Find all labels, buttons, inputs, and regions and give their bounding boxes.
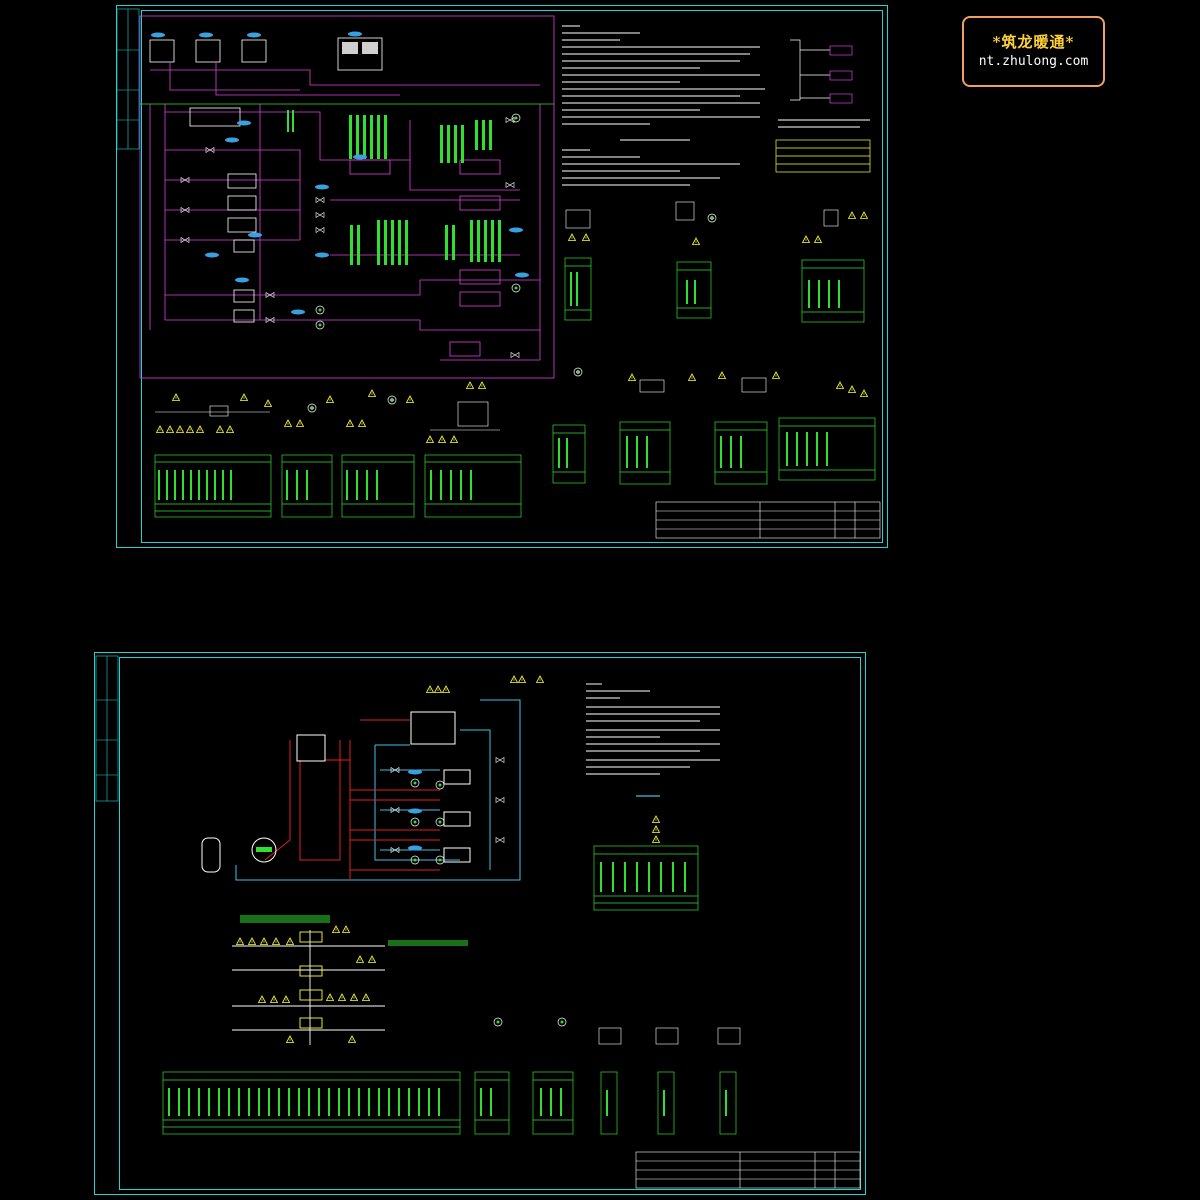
left-title-strip-top [116,8,140,150]
title-block-bottom [635,1151,861,1189]
sensor-symbols-top [156,211,868,443]
air-handling-bottom [232,915,468,1045]
process-diagram-top [139,15,555,379]
design-notes-bottom [586,683,720,797]
small-controllers-bottom [598,1027,741,1045]
sensor-symbols-bottom [426,675,660,843]
left-title-strip-bottom [95,655,119,802]
cad-drawing [95,8,881,1189]
title-block-top [655,501,881,539]
boiler-system-bottom [201,699,521,881]
equipment-tags-top [151,31,529,315]
relay-logic-top [790,39,853,104]
io-table-fill-bottom [168,862,727,1116]
io-tables-top [154,139,876,518]
